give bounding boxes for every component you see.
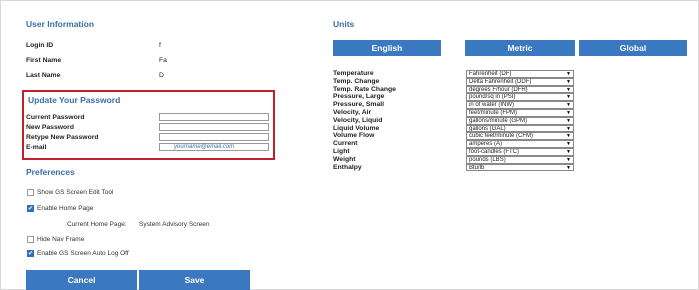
dropdown-arrow-icon[interactable]: ▼ xyxy=(566,141,571,147)
metric-units-button[interactable]: Metric xyxy=(465,40,575,56)
last-name-label: Last Name xyxy=(26,72,61,79)
dropdown-arrow-icon[interactable]: ▼ xyxy=(566,118,571,124)
unit-label: Liquid Volume xyxy=(333,124,380,132)
hide-nav-label: Hide Nav Frame xyxy=(37,236,85,243)
unit-select[interactable]: in of water (INW) ▼ xyxy=(466,101,574,109)
unit-select-value: Btu/lb xyxy=(469,164,485,171)
unit-select-value: cubic feet/minute (CFM) xyxy=(469,133,534,140)
cancel-button[interactable]: Cancel xyxy=(26,270,137,290)
unit-label: Pressure, Small xyxy=(333,101,385,109)
unit-select[interactable]: pound/sq in (PSI) ▼ xyxy=(466,93,574,102)
unit-label: Temperature xyxy=(333,70,374,77)
dropdown-arrow-icon[interactable]: ▼ xyxy=(566,102,571,108)
show-gs-edit-label: Show GS Screen Edit Tool xyxy=(37,189,114,196)
unit-select[interactable]: foot-candles (FTC) ▼ xyxy=(466,148,574,156)
unit-select-value: gallons (GAL) xyxy=(469,125,506,132)
preferences-title: Preferences xyxy=(26,167,75,177)
unit-select[interactable]: Delta Fahrenheit (DDF) ▼ xyxy=(466,77,574,86)
enable-home-checkbox[interactable]: ✔ xyxy=(27,205,34,212)
dropdown-arrow-icon[interactable]: ▼ xyxy=(566,87,571,93)
login-id-value: f xyxy=(159,42,161,49)
english-units-button[interactable]: English xyxy=(333,40,441,56)
unit-select-value: in of water (INW) xyxy=(469,102,515,109)
unit-select[interactable]: gallons (GAL) ▼ xyxy=(466,124,574,133)
unit-select-value: feet/minute (FPM) xyxy=(469,110,518,116)
current-password-input[interactable] xyxy=(159,113,269,121)
email-label: E-mail xyxy=(26,144,47,151)
unit-label: Temp. Rate Change xyxy=(333,85,396,93)
auto-logoff-checkbox[interactable]: ✔ xyxy=(27,250,34,257)
unit-select[interactable]: feet/minute (FPM) ▼ xyxy=(466,109,574,117)
user-info-title: User Information xyxy=(26,19,95,29)
unit-select[interactable]: gallons/minute (GPM) ▼ xyxy=(466,116,574,125)
unit-select[interactable]: amperes (A) ▼ xyxy=(466,140,574,148)
units-title: Units xyxy=(333,19,355,29)
dropdown-arrow-icon[interactable]: ▼ xyxy=(566,71,571,77)
new-password-label: New Password xyxy=(26,124,74,131)
hide-nav-checkbox[interactable] xyxy=(27,236,34,243)
dropdown-arrow-icon[interactable]: ▼ xyxy=(566,157,571,163)
unit-label: Light xyxy=(333,148,350,155)
unit-select[interactable]: Btu/lb ▼ xyxy=(466,163,574,172)
unit-label: Velocity, Liquid xyxy=(333,116,383,124)
unit-select-value: pounds (LBS) xyxy=(469,156,506,163)
unit-label: Velocity, Air xyxy=(333,109,372,116)
dropdown-arrow-icon[interactable]: ▼ xyxy=(566,79,571,85)
unit-label: Enthalpy xyxy=(333,163,362,171)
unit-select-value: gallons/minute (GPM) xyxy=(469,117,528,124)
enable-home-label: Enable Home Page xyxy=(37,205,94,212)
unit-select[interactable]: cubic feet/minute (CFM) ▼ xyxy=(466,132,574,141)
new-password-input[interactable] xyxy=(159,123,269,131)
last-name-value: D xyxy=(159,72,164,79)
dropdown-arrow-icon[interactable]: ▼ xyxy=(566,149,571,155)
first-name-label: First Name xyxy=(26,57,62,64)
unit-label: Weight xyxy=(333,155,356,163)
unit-select[interactable]: pounds (LBS) ▼ xyxy=(466,155,574,164)
unit-select-value: pound/sq in (PSI) xyxy=(469,94,516,101)
retype-password-input[interactable] xyxy=(159,133,269,141)
retype-password-label: Retype New Password xyxy=(26,134,99,141)
email-input[interactable]: yourname@email.com xyxy=(159,143,269,151)
first-name-value: Fa xyxy=(159,57,167,64)
unit-select[interactable]: Fahrenheit (DF) ▼ xyxy=(466,70,574,78)
unit-select-value: degrees F/hour (DFH) xyxy=(469,86,528,93)
dropdown-arrow-icon[interactable]: ▼ xyxy=(566,126,571,132)
auto-logoff-label: Enable GS Screen Auto Log Off xyxy=(37,250,129,257)
save-button[interactable]: Save xyxy=(139,270,250,290)
unit-label: Current xyxy=(333,140,358,148)
current-home-page-label: Current Home Page: xyxy=(67,221,127,228)
current-home-page-value: System Advisory Screen xyxy=(139,221,210,228)
dropdown-arrow-icon[interactable]: ▼ xyxy=(566,133,571,139)
unit-select-value: amperes (A) xyxy=(469,141,503,148)
unit-label: Volume Flow xyxy=(333,132,375,140)
unit-label: Temp. Change xyxy=(333,77,380,85)
current-password-label: Current Password xyxy=(26,114,85,121)
dropdown-arrow-icon[interactable]: ▼ xyxy=(566,165,571,171)
show-gs-edit-checkbox[interactable] xyxy=(27,189,34,196)
global-units-button[interactable]: Global xyxy=(579,40,687,56)
unit-select-value: Fahrenheit (DF) xyxy=(469,71,512,77)
update-password-title: Update Your Password xyxy=(28,95,121,105)
unit-select-value: Delta Fahrenheit (DDF) xyxy=(469,78,532,85)
dropdown-arrow-icon[interactable]: ▼ xyxy=(566,110,571,116)
unit-select-value: foot-candles (FTC) xyxy=(469,149,520,155)
login-id-label: Login ID xyxy=(26,42,54,49)
dropdown-arrow-icon[interactable]: ▼ xyxy=(566,94,571,100)
unit-label: Pressure, Large xyxy=(333,93,385,101)
unit-select[interactable]: degrees F/hour (DFH) ▼ xyxy=(466,85,574,94)
